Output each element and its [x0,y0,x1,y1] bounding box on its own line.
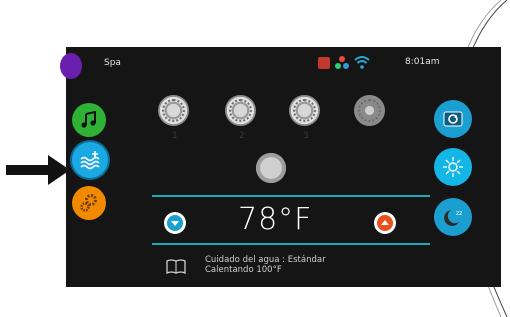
sun-light-icon [443,157,463,177]
water-care-button[interactable] [72,142,108,178]
gears-icon [80,194,97,212]
book-icon [166,258,186,275]
settings-button[interactable] [72,186,106,220]
temp-top-line [152,195,430,197]
music-button[interactable] [72,103,106,137]
temperature-readout: 78°F [238,202,313,237]
bluetooth-share-icon [334,55,350,71]
light-button[interactable] [434,148,472,186]
jet-2-label: 2 [239,131,245,141]
jet-3-button[interactable] [289,95,320,126]
jet-2-button[interactable] [225,95,256,126]
flip-screen-button[interactable] [434,100,472,138]
heating-status: Calentando 100°F [205,265,282,275]
moon-sleep-icon: zz [444,210,462,226]
center-light-button[interactable] [256,153,286,183]
jet-3-label: 3 [303,131,309,141]
night-mode-button[interactable]: zz [434,198,472,236]
chevron-up-icon [377,215,393,231]
jet-1-button[interactable] [158,95,189,126]
water-waves-plus-icon [80,151,100,170]
water-care-status: Cuidado del agua : Estándar [205,255,326,265]
temp-down-button[interactable] [164,212,186,234]
jet-4-button[interactable] [354,95,385,126]
wifi-icon [353,54,371,70]
rotate-screen-icon [443,111,463,127]
temp-up-button[interactable] [374,212,396,234]
temp-bottom-line [152,243,430,245]
clock: 8:01am [405,57,440,67]
chevron-down-icon [167,215,183,231]
jet-1-label: 1 [172,131,178,141]
music-note-icon [81,111,96,128]
spa-logo-partial [60,53,82,79]
music-status-icon [318,57,330,69]
svg-text:zz: zz [456,210,462,217]
spa-screen: Spa 8:01am 1 2 3 78°F Cuidado del agua:… [60,47,501,287]
screen-title: Spa [104,58,121,68]
pointer-arrow [6,155,70,185]
